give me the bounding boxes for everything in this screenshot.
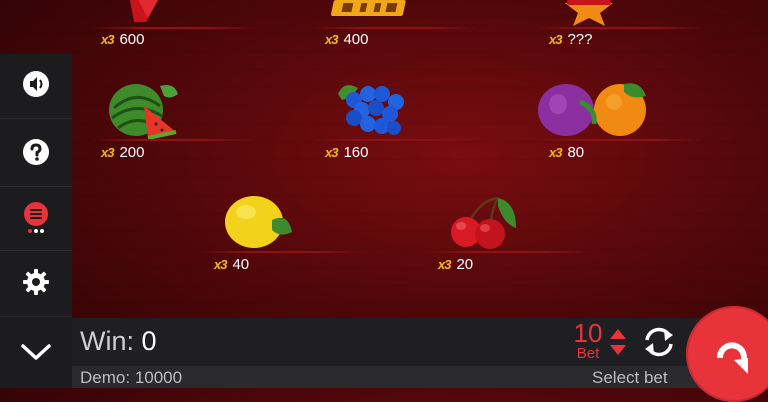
help-button[interactable] — [0, 122, 72, 182]
multiplier-icon: x3 — [214, 257, 228, 272]
payout-value: 20 — [456, 256, 474, 273]
speaker-icon — [23, 71, 49, 97]
grapes-icon — [338, 85, 404, 135]
star-symbol-icon — [565, 0, 613, 26]
win-label: Win: — [80, 326, 134, 356]
chevron-down-icon — [21, 344, 51, 360]
cherries-icon — [451, 196, 516, 249]
select-bet-label[interactable]: Select bet — [592, 368, 668, 388]
lemon-icon — [225, 196, 292, 248]
status-strip: Demo: 10000 Select bet — [72, 366, 768, 388]
gear-icon — [23, 269, 49, 295]
payout-value: 40 — [232, 256, 250, 273]
multiplier-icon: x3 — [101, 145, 115, 160]
multiplier-icon: x3 — [325, 145, 339, 160]
win-value: 0 — [141, 326, 157, 356]
bet-display: 10 Bet — [568, 320, 608, 362]
payout-value: ??? — [567, 31, 593, 48]
autoplay-icon[interactable] — [642, 325, 676, 359]
demo-balance: Demo: 10000 — [80, 368, 182, 388]
wild-symbol-icon — [330, 0, 406, 16]
payout-value: 80 — [567, 144, 585, 161]
spin-arrow-icon — [717, 342, 748, 374]
multiplier-icon: x3 — [549, 32, 563, 47]
multiplier-icon: x3 — [325, 32, 339, 47]
bet-label: Bet — [576, 345, 600, 362]
collapse-button[interactable] — [0, 322, 72, 382]
bottom-bar: Win: 0 10 Bet — [72, 318, 768, 366]
payout-value: 160 — [343, 144, 369, 161]
bet-stepper-icon[interactable] — [608, 327, 628, 357]
settings-button[interactable] — [0, 252, 72, 312]
paytable-icon — [24, 202, 48, 233]
watermelon-icon — [109, 84, 178, 140]
multiplier-icon: x3 — [549, 145, 563, 160]
sound-button[interactable] — [0, 54, 72, 114]
seven-symbol-icon — [130, 0, 158, 22]
win-display: Win: 0 — [80, 326, 157, 357]
demo-value: 10000 — [134, 368, 183, 387]
multiplier-icon: x3 — [101, 32, 115, 47]
payout-value: 200 — [119, 144, 145, 161]
payout-value: 600 — [119, 31, 145, 48]
plum-orange-icon — [538, 83, 646, 136]
demo-label: Demo: — [80, 368, 131, 387]
bet-value: 10 — [573, 318, 603, 348]
question-icon — [23, 139, 49, 165]
paytable-button[interactable] — [0, 188, 72, 248]
payout-value: 400 — [343, 31, 369, 48]
multiplier-icon: x3 — [438, 257, 452, 272]
sidebar — [0, 54, 72, 388]
